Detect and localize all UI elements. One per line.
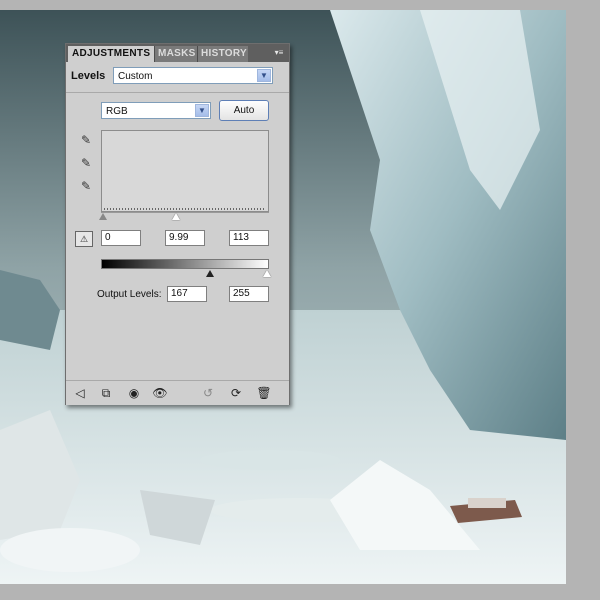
refresh-icon[interactable]: ⟳ <box>228 385 244 401</box>
input-slider-track <box>101 212 269 213</box>
view-previous-icon[interactable]: 👁 <box>152 385 168 401</box>
visibility-toggle-icon[interactable]: ◉ <box>126 385 142 401</box>
white-eyedropper-icon[interactable]: ✎ <box>79 178 93 194</box>
preset-value: Custom <box>118 71 153 82</box>
tab-masks[interactable]: MASKS <box>154 46 197 62</box>
input-white-field[interactable]: 113 <box>229 230 269 246</box>
back-arrow-icon[interactable]: ◁ <box>72 385 88 401</box>
panel-menu-icon[interactable]: ▾≡ <box>272 47 286 59</box>
levels-title: Levels <box>71 70 106 82</box>
clip-to-layer-icon[interactable]: ⧉ <box>98 385 114 401</box>
input-black-slider-handle[interactable] <box>99 213 107 220</box>
histogram-data <box>104 208 266 210</box>
output-black-slider-handle[interactable] <box>206 270 214 277</box>
panel-footer: ◁ ⧉ ◉ 👁 ↺ ⟳ 🗑 <box>66 380 289 405</box>
input-black-field[interactable]: 0 <box>101 230 141 246</box>
preset-dropdown[interactable]: Custom ▼ <box>113 67 273 84</box>
black-eyedropper-icon[interactable]: ✎ <box>79 132 93 148</box>
channel-dropdown[interactable]: RGB ▼ <box>101 102 211 119</box>
input-gamma-slider-handle[interactable] <box>172 213 180 220</box>
output-black-field[interactable]: 167 <box>167 286 207 302</box>
adjustments-panel: ADJUSTMENTS MASKS HISTORY ▾≡ Levels Cust… <box>65 43 290 405</box>
output-levels-label: Output Levels: <box>97 289 162 300</box>
auto-button[interactable]: Auto <box>219 100 269 121</box>
chevron-down-icon: ▼ <box>195 104 209 117</box>
tab-history[interactable]: HISTORY <box>197 46 248 62</box>
reset-icon[interactable]: ↺ <box>200 385 216 401</box>
chevron-down-icon: ▼ <box>257 69 271 82</box>
histogram <box>101 130 269 212</box>
panel-tab-bar: ADJUSTMENTS MASKS HISTORY ▾≡ <box>66 44 289 62</box>
tab-adjustments[interactable]: ADJUSTMENTS <box>68 46 154 62</box>
input-gamma-field[interactable]: 9.99 <box>165 230 205 246</box>
trash-icon[interactable]: 🗑 <box>256 385 272 401</box>
output-gradient-bar <box>101 259 269 269</box>
clipping-warning-icon[interactable]: ⚠ <box>75 231 93 247</box>
panel-divider <box>66 92 289 93</box>
output-white-field[interactable]: 255 <box>229 286 269 302</box>
output-white-slider-handle[interactable] <box>263 270 271 277</box>
gray-eyedropper-icon[interactable]: ✎ <box>79 155 93 171</box>
channel-value: RGB <box>106 106 128 117</box>
